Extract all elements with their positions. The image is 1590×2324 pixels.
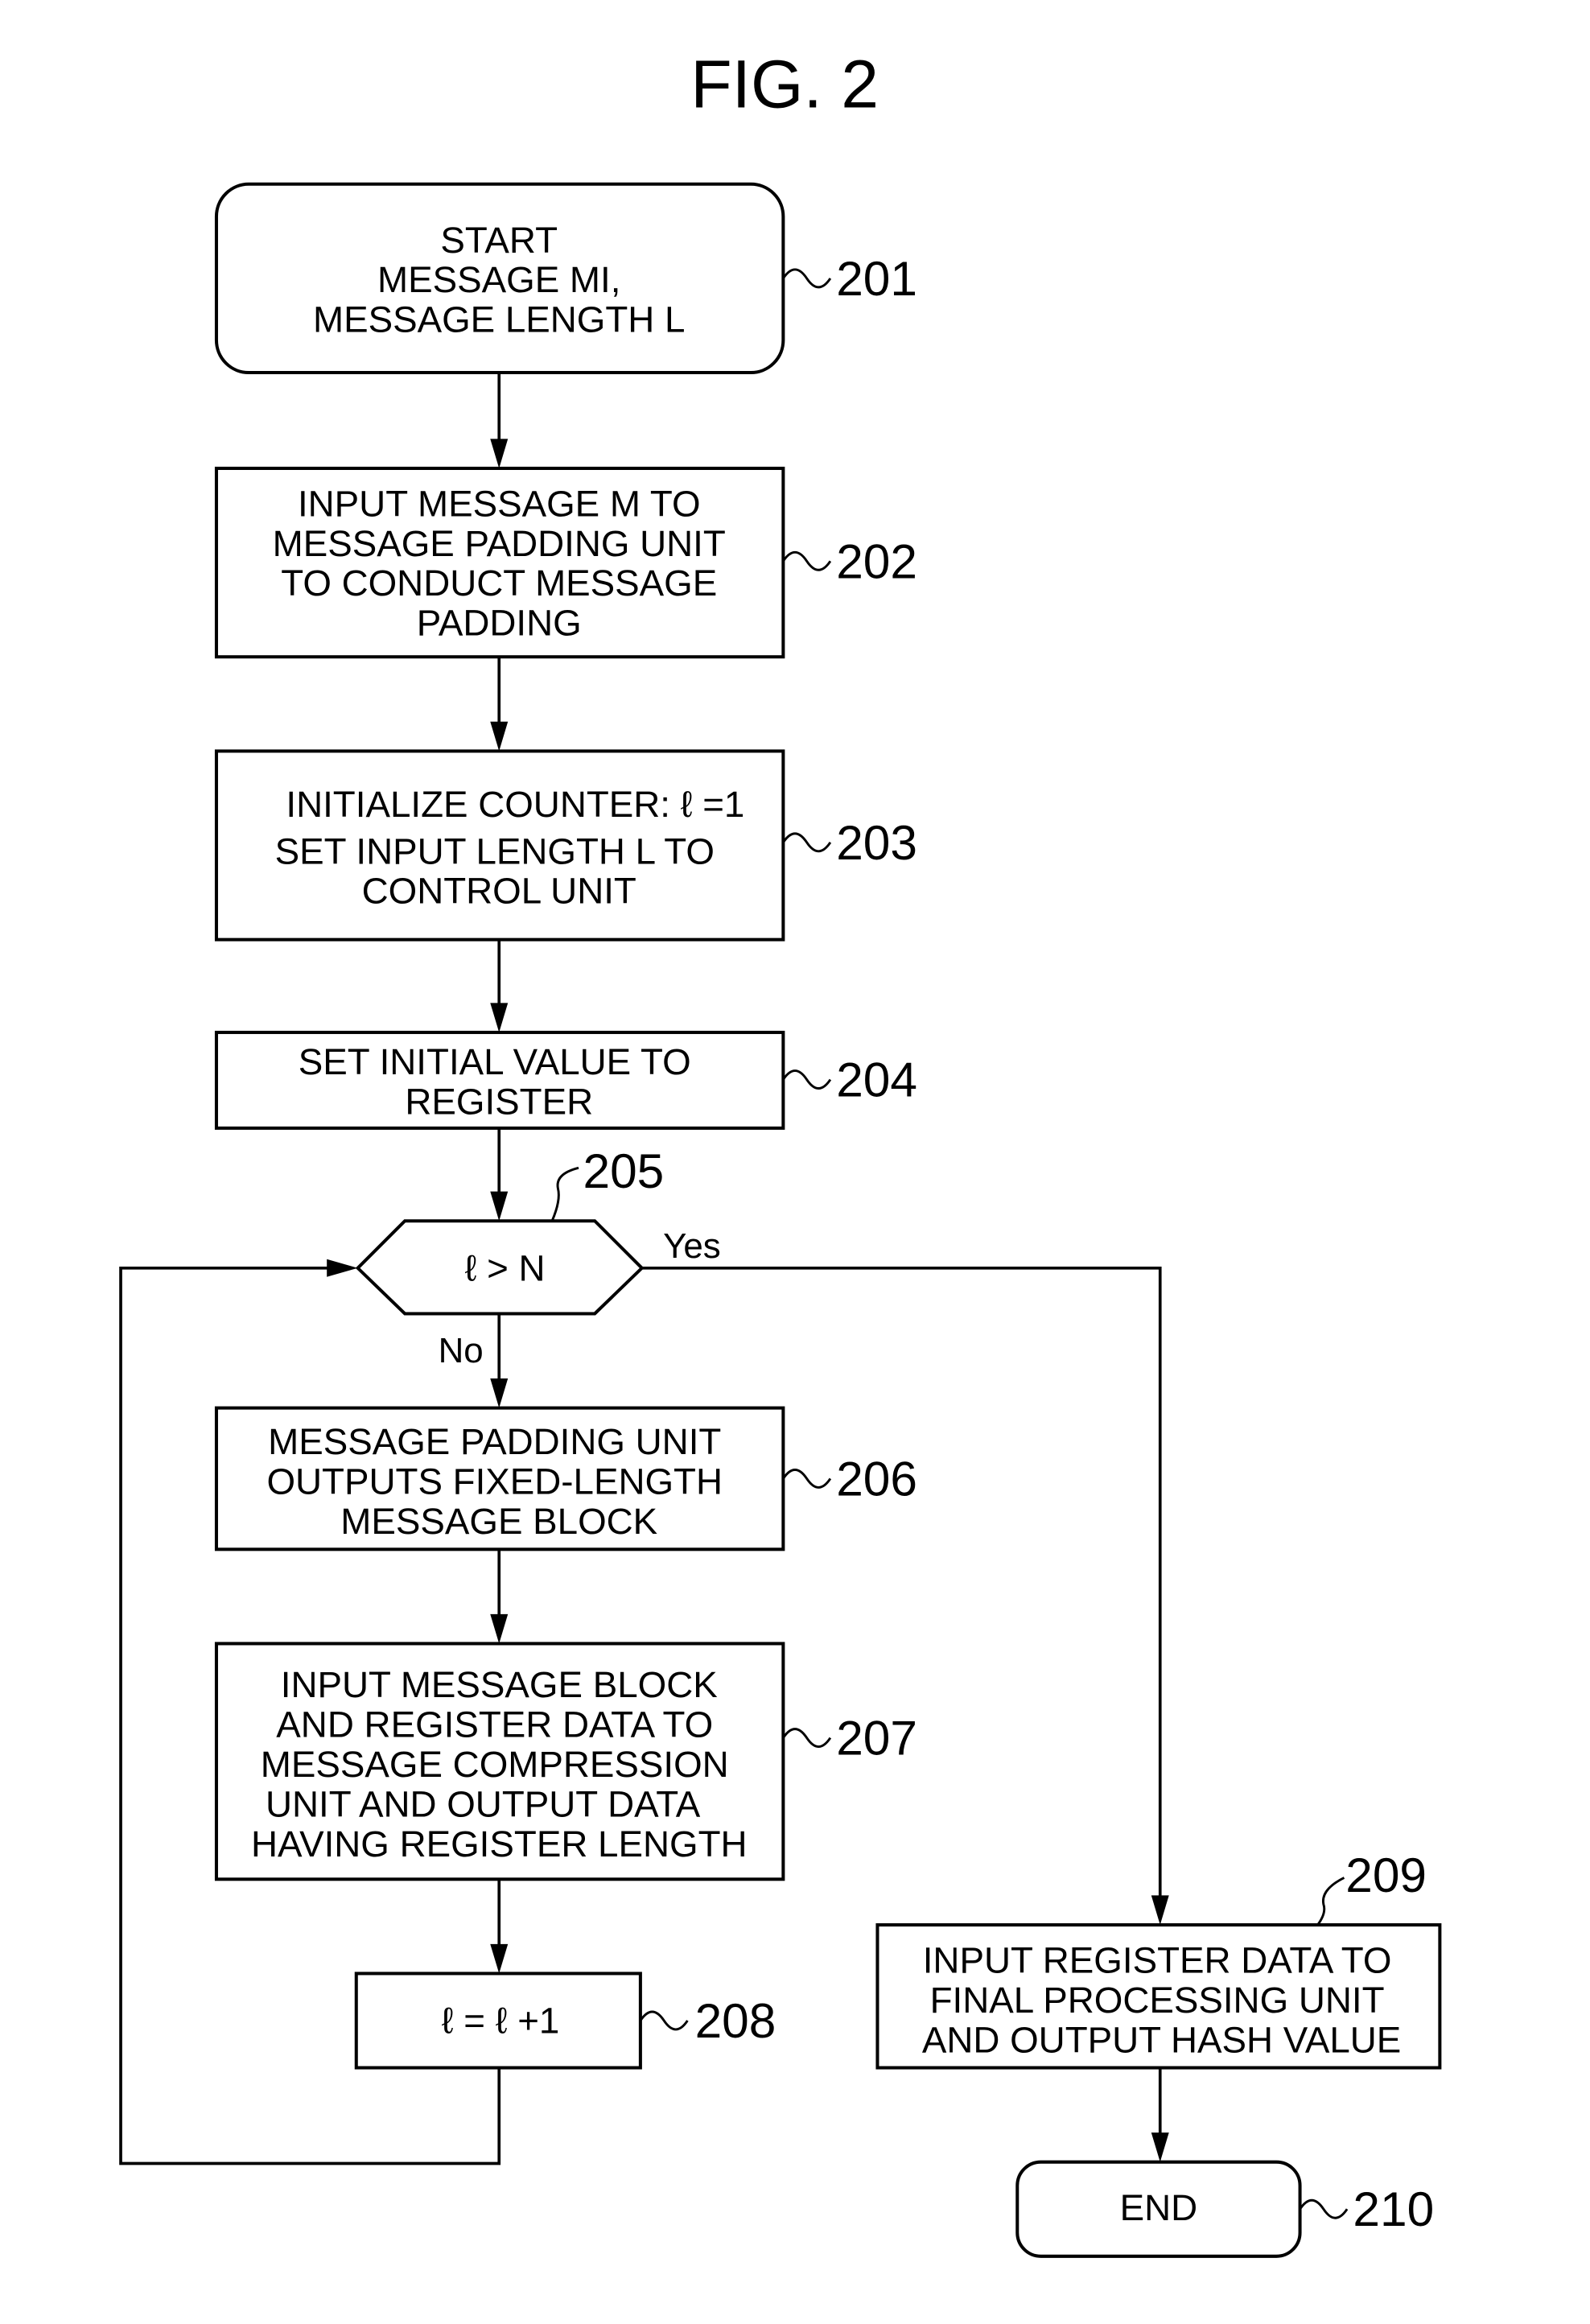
- ref-209-leader: [1316, 1877, 1345, 1926]
- ref-205-leader: [550, 1166, 579, 1222]
- step-207-line-4: UNIT AND OUTPUT DATA: [266, 1783, 701, 1824]
- arrowhead-loop: [327, 1259, 358, 1277]
- step-206-line-2: OUTPUTS FIXED-LENGTH: [266, 1461, 723, 1502]
- arrowhead-202: [490, 439, 509, 468]
- step-206-line-3: MESSAGE BLOCK: [340, 1501, 657, 1542]
- decision-yes-label: Yes: [663, 1226, 721, 1266]
- arrowhead-204: [490, 1003, 509, 1032]
- step-206-line-1: MESSAGE PADDING UNIT: [268, 1421, 721, 1462]
- arrowhead-210: [1151, 2132, 1169, 2162]
- figure-title: FIG. 2: [690, 46, 879, 122]
- step-209: INPUT REGISTER DATA TO FINAL PROCESSING …: [875, 1848, 1442, 2070]
- ref-206-leader: [782, 1469, 832, 1489]
- step-204-line-1: SET INITIAL VALUE TO: [299, 1041, 691, 1082]
- step-202-line-3: TO CONDUCT MESSAGE: [281, 562, 717, 604]
- arrowhead-208: [490, 1943, 509, 1974]
- ref-210-leader: [1299, 2198, 1349, 2219]
- step-208-line-1: ℓ = ℓ +1: [442, 2000, 560, 2041]
- decision-condition: ℓ > N: [465, 1247, 546, 1288]
- step-204-line-2: REGISTER: [405, 1081, 593, 1122]
- step-209-line-2: FINAL PROCESSING UNIT: [930, 1980, 1385, 2021]
- step-207: INPUT MESSAGE BLOCK AND REGISTER DATA TO…: [214, 1642, 917, 1881]
- ref-204-leader: [782, 1069, 832, 1090]
- step-203-line-3: CONTROL UNIT: [362, 871, 636, 912]
- step-202-line-1: INPUT MESSAGE M TO: [298, 483, 701, 524]
- arrowhead-206: [490, 1378, 509, 1408]
- step-204: SET INITIAL VALUE TO REGISTER 204: [214, 1030, 917, 1130]
- ref-203-label: 203: [836, 815, 917, 870]
- ref-203-leader: [782, 832, 832, 853]
- step-203-line-1: INITIALIZE COUNTER: ℓ =1: [286, 784, 744, 825]
- step-209-line-1: INPUT REGISTER DATA TO: [923, 1939, 1392, 1980]
- step-209-line-3: AND OUTPUT HASH VALUE: [922, 2019, 1401, 2060]
- step-208: ℓ = ℓ +1 208: [354, 1972, 776, 2070]
- ref-201-label: 201: [836, 251, 917, 306]
- step-202: INPUT MESSAGE M TO MESSAGE PADDING UNIT …: [214, 466, 917, 659]
- step-206: MESSAGE PADDING UNIT OUTPUTS FIXED-LENGT…: [214, 1406, 917, 1551]
- ref-207-label: 207: [836, 1711, 917, 1766]
- decision-no-label: No: [439, 1331, 484, 1370]
- step-210-line-1: END: [1120, 2187, 1198, 2228]
- step-207-line-5: HAVING REGISTER LENGTH: [251, 1823, 748, 1865]
- arrowhead-209: [1151, 1895, 1169, 1926]
- ref-207-leader: [782, 1728, 832, 1749]
- step-205-decision: ℓ > N 205 Yes No: [355, 1143, 721, 1370]
- arrowhead-207: [490, 1613, 509, 1644]
- step-203: INITIALIZE COUNTER: ℓ =1 SET INPUT LENGT…: [214, 749, 917, 942]
- step-201-start: START MESSAGE MI, MESSAGE LENGTH L 201: [214, 182, 917, 375]
- ref-206-label: 206: [836, 1451, 917, 1506]
- step-202-line-4: PADDING: [417, 603, 582, 644]
- ref-209-label: 209: [1345, 1848, 1427, 1902]
- step-201-line-1: START: [440, 220, 558, 261]
- step-201-line-2: MESSAGE MI,: [377, 259, 620, 300]
- step-207-line-2: AND REGISTER DATA TO: [276, 1704, 713, 1745]
- step-207-line-3: MESSAGE COMPRESSION: [261, 1744, 729, 1785]
- ref-210-label: 210: [1353, 2182, 1434, 2236]
- arrowhead-205: [490, 1191, 509, 1222]
- ref-208-label: 208: [695, 1993, 776, 2048]
- ref-202-leader: [782, 550, 832, 571]
- ref-205-label: 205: [583, 1143, 665, 1198]
- flowchart-figure: FIG. 2 START MESSAGE MI, MESSAGE LENGTH …: [119, 46, 1442, 2258]
- ref-204-label: 204: [836, 1053, 917, 1107]
- ref-208-leader: [639, 2010, 689, 2031]
- ref-202-label: 202: [836, 534, 917, 588]
- step-201-line-3: MESSAGE LENGTH L: [313, 299, 685, 340]
- step-207-line-1: INPUT MESSAGE BLOCK: [281, 1664, 718, 1705]
- arrowhead-203: [490, 721, 509, 752]
- step-202-line-2: MESSAGE PADDING UNIT: [273, 523, 726, 564]
- step-203-line-2: SET INPUT LENGTH L TO: [275, 830, 715, 872]
- step-210-end: END 210: [1015, 2160, 1434, 2258]
- ref-201-leader: [782, 268, 832, 289]
